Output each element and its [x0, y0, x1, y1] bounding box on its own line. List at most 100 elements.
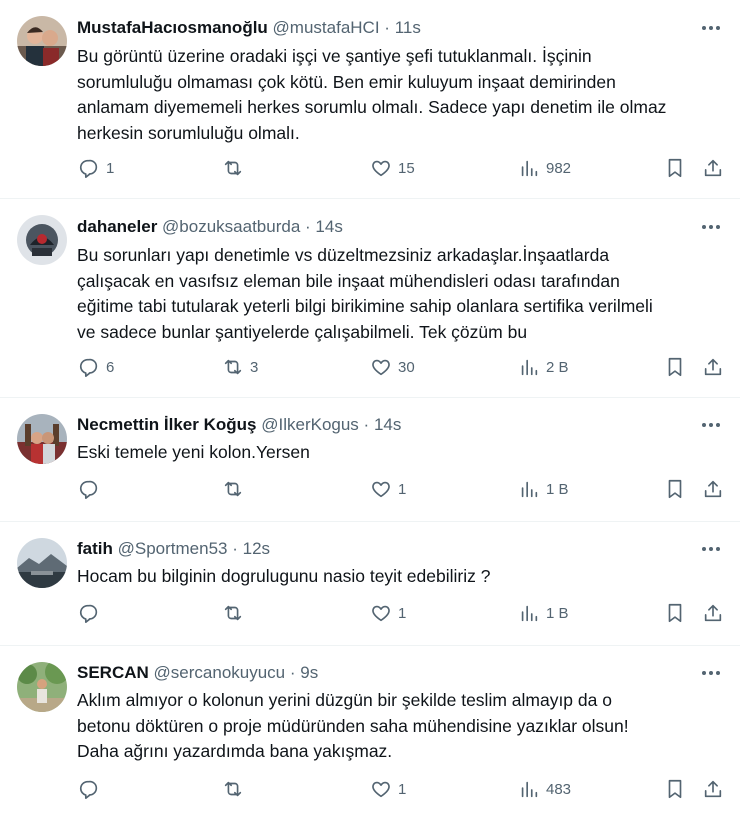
- action-bar: 6 3 30 2 B: [0, 356, 740, 386]
- retweet-button[interactable]: [222, 478, 250, 500]
- bookmark-button[interactable]: [664, 356, 686, 378]
- share-button[interactable]: [702, 478, 724, 500]
- retweet-button[interactable]: [222, 778, 250, 800]
- user-handle[interactable]: @mustafaHCI: [273, 18, 380, 37]
- tweet[interactable]: dahaneler @bozuksaatburda · 14s Bu sorun…: [0, 199, 740, 398]
- action-bar: 1 1 B: [0, 602, 740, 632]
- timestamp[interactable]: 11s: [395, 18, 421, 37]
- more-icon[interactable]: [694, 414, 728, 436]
- bookmark-button[interactable]: [664, 157, 686, 179]
- timestamp[interactable]: 14s: [374, 415, 401, 434]
- share-button[interactable]: [702, 778, 724, 800]
- bookmark-icon: [668, 158, 682, 178]
- reply-button[interactable]: 6: [78, 356, 114, 378]
- tweet-text: Eski temele yeni kolon.Yersen: [77, 440, 730, 466]
- display-name[interactable]: dahaneler: [77, 217, 157, 236]
- tweet-text: Aklım almıyor o kolonun yerini düzgün bi…: [77, 688, 730, 765]
- tweet[interactable]: SERCAN @sercanokuyucu · 9s Aklım almıyor…: [0, 646, 740, 817]
- user-handle[interactable]: @sercanokuyucu: [154, 663, 286, 682]
- views-button[interactable]: 982: [518, 157, 571, 179]
- reply-button[interactable]: [78, 602, 106, 624]
- user-handle[interactable]: @IlkerKogus: [261, 415, 359, 434]
- share-button[interactable]: [702, 356, 724, 378]
- tweet-text-line: herkesin sorumluluğu olmalı.: [77, 122, 300, 143]
- share-icon: [704, 159, 722, 177]
- tweet-text-line: sorumluluğu olmaması çok kötü. Ben emir …: [77, 71, 616, 92]
- user-handle[interactable]: @bozuksaatburda: [162, 217, 300, 236]
- bookmark-button[interactable]: [664, 602, 686, 624]
- display-name[interactable]: Necmettin İlker Koğuş: [77, 415, 257, 434]
- display-name[interactable]: SERCAN: [77, 663, 149, 682]
- reply-icon: [79, 780, 98, 799]
- avatar[interactable]: [17, 215, 67, 265]
- retweet-icon: [224, 781, 242, 797]
- like-button[interactable]: 1: [370, 478, 406, 500]
- retweet-icon: [224, 160, 242, 176]
- tweet-text-line: Aklım almıyor o kolonun yerini düzgün bi…: [77, 690, 612, 710]
- avatar[interactable]: [17, 538, 67, 588]
- bookmark-icon: [668, 603, 682, 623]
- action-bar: 1 1 B: [0, 478, 740, 508]
- views-button[interactable]: 1 B: [518, 602, 569, 624]
- more-icon[interactable]: [694, 662, 728, 684]
- retweet-button[interactable]: [222, 602, 250, 624]
- like-button[interactable]: 1: [370, 602, 406, 624]
- tweet-header: SERCAN @sercanokuyucu · 9s: [77, 662, 680, 684]
- reply-icon: [79, 604, 98, 623]
- avatar[interactable]: [17, 662, 67, 712]
- share-button[interactable]: [702, 157, 724, 179]
- like-button[interactable]: 15: [370, 157, 415, 179]
- share-button[interactable]: [702, 602, 724, 624]
- tweet[interactable]: Necmettin İlker Koğuş @IlkerKogus · 14s …: [0, 398, 740, 522]
- tweet-header: dahaneler @bozuksaatburda · 14s: [77, 216, 680, 238]
- heart-icon: [372, 160, 390, 177]
- views-button[interactable]: 2 B: [518, 356, 569, 378]
- separator: ·: [232, 539, 238, 558]
- views-icon: [521, 781, 538, 798]
- retweet-button[interactable]: 3: [222, 356, 258, 378]
- timestamp[interactable]: 9s: [300, 663, 318, 682]
- retweet-button[interactable]: [222, 157, 250, 179]
- separator: ·: [384, 18, 390, 37]
- tweet[interactable]: MustafaHacıosmanoğlu @mustafaHCI · 11s B…: [0, 0, 740, 199]
- heart-icon: [372, 605, 390, 622]
- tweet-text-line: Bu görüntü üzerine oradaki işçi ve şanti…: [77, 46, 592, 66]
- tweet-text-line: ve sadece bunlar şantiyelerde çalışabilm…: [77, 321, 528, 342]
- tweet[interactable]: fatih @Sportmen53 · 12s Hocam bu bilgini…: [0, 522, 740, 646]
- view-count: 1 B: [546, 604, 569, 622]
- bookmark-icon: [668, 479, 682, 499]
- avatar[interactable]: [17, 16, 67, 66]
- tweet-text-line: Daha ağrını yazardımda bana yakışmaz.: [77, 741, 393, 761]
- timestamp[interactable]: 12s: [243, 539, 270, 558]
- user-handle[interactable]: @Sportmen53: [118, 539, 228, 558]
- separator: ·: [363, 415, 370, 434]
- share-icon: [704, 780, 722, 798]
- view-count: 483: [546, 780, 572, 798]
- more-icon[interactable]: [694, 216, 728, 238]
- heart-icon: [372, 481, 390, 498]
- like-button[interactable]: 30: [370, 356, 415, 378]
- reply-button[interactable]: [78, 778, 106, 800]
- more-icon[interactable]: [694, 538, 728, 560]
- share-icon: [704, 604, 722, 622]
- display-name[interactable]: MustafaHacıosmanoğlu: [77, 18, 268, 37]
- share-icon: [704, 358, 722, 376]
- retweet-count: 3: [250, 358, 259, 376]
- reply-button[interactable]: 1: [78, 157, 114, 179]
- tweet-text-line: betonu döktüren o proje müdüründen saha …: [77, 715, 629, 736]
- reply-button[interactable]: [78, 478, 106, 500]
- bookmark-button[interactable]: [664, 478, 686, 500]
- tweet-header: Necmettin İlker Koğuş @IlkerKogus · 14s: [77, 414, 680, 436]
- display-name[interactable]: fatih: [77, 539, 113, 558]
- timestamp[interactable]: 14s: [315, 217, 342, 236]
- bookmark-button[interactable]: [664, 778, 686, 800]
- avatar[interactable]: [17, 414, 67, 464]
- like-button[interactable]: 1: [370, 778, 406, 800]
- view-count: 2 B: [546, 358, 569, 376]
- views-button[interactable]: 483: [518, 778, 571, 800]
- reply-count: 6: [106, 358, 115, 376]
- reply-icon: [79, 159, 98, 178]
- more-icon[interactable]: [694, 17, 728, 39]
- tweet-text-line: çalışacak en vasıfsız eleman bile inşaat…: [77, 270, 620, 291]
- views-button[interactable]: 1 B: [518, 478, 569, 500]
